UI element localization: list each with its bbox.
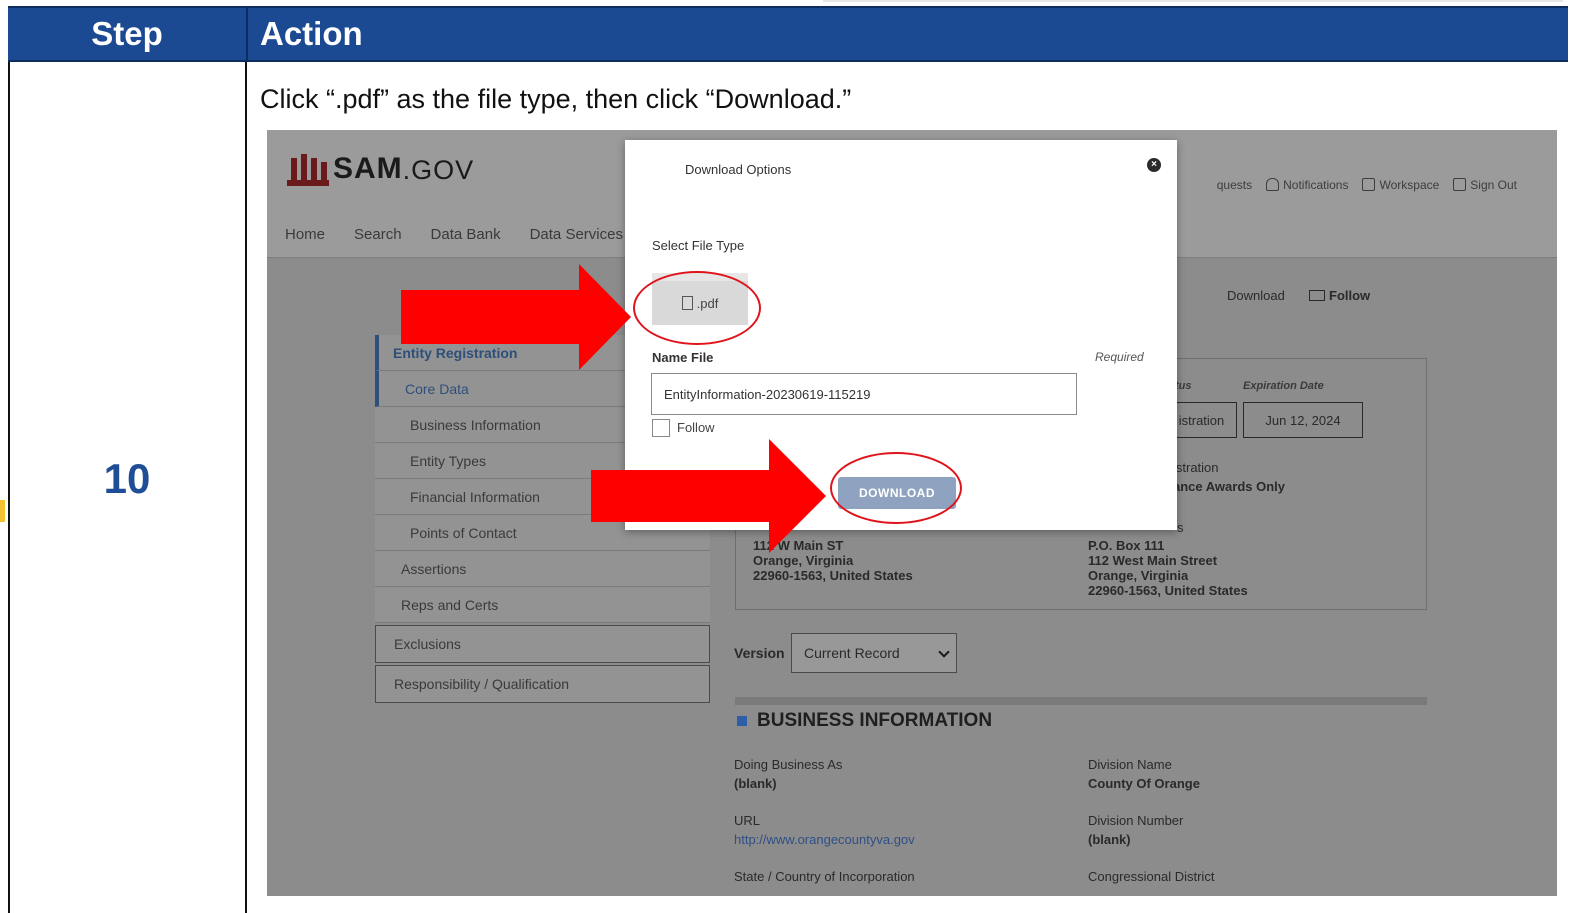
brand-sam: SAM (333, 152, 403, 185)
modal-title: Download Options (685, 162, 792, 177)
margin-marker (0, 500, 5, 522)
requests-link[interactable]: quests (1217, 178, 1252, 192)
expiration-value: Jun 12, 2024 (1243, 402, 1363, 438)
sign-out-icon (1453, 178, 1467, 191)
physical-address-line: Orange, Virginia (753, 553, 854, 568)
follow-checkbox[interactable] (652, 419, 670, 437)
purpose-value: istration (1167, 402, 1237, 438)
select-file-type-label: Select File Type (652, 238, 745, 253)
instruction-text: Click “.pdf” as the file type, then clic… (260, 84, 852, 114)
tutorial-page: Step Action 10 Click “.pdf” as the file … (0, 0, 1593, 913)
top-right-links: quests Notifications Workspace Sign Out (1217, 178, 1517, 192)
mailing-address-line: Orange, Virginia (1088, 568, 1189, 583)
registration-type-line1: istration (1173, 460, 1219, 475)
sam-logo[interactable]: SAM .GOV (287, 150, 474, 186)
sign-out-label: Sign Out (1470, 178, 1517, 192)
pdf-highlight-ring (633, 271, 761, 345)
dba-label: Doing Business As (734, 757, 843, 772)
business-info-title: BUSINESS INFORMATION (757, 710, 993, 731)
mailing-address-label: s (1177, 520, 1184, 535)
sam-screenshot: SAM .GOV Home Search Data Bank Data Serv… (267, 130, 1557, 896)
header-separator (246, 8, 248, 60)
version-select[interactable]: Current Record (791, 633, 957, 673)
main-nav: Home Search Data Bank Data Services (285, 226, 623, 243)
notifications-label: Notifications (1283, 178, 1349, 192)
purpose-label: tus (1175, 380, 1192, 392)
url-link[interactable]: http://www.orangecountyva.gov (734, 832, 915, 847)
download-highlight-ring (830, 452, 962, 524)
physical-address-line: 22960-1563, United States (753, 568, 913, 583)
section-divider (735, 697, 1427, 705)
division-number-value: (blank) (1088, 832, 1131, 847)
action-column-header: Action (260, 15, 363, 52)
url-label: URL (734, 813, 761, 828)
grid-icon (1362, 178, 1376, 191)
nav-home[interactable]: Home (285, 226, 325, 243)
division-name-label: Division Name (1088, 757, 1172, 772)
mailing-address-line: 22960-1563, United States (1088, 583, 1248, 598)
follow-checkbox-label: Follow (677, 420, 715, 435)
sam-flag-icon (287, 150, 329, 186)
division-name-value: County Of Orange (1088, 776, 1200, 791)
dba-value: (blank) (734, 776, 777, 791)
table-header: Step Action (8, 6, 1568, 62)
close-icon[interactable]: × (1147, 158, 1161, 172)
sidebar-responsibility[interactable]: Responsibility / Qualification (375, 665, 710, 703)
download-arrow-icon (591, 439, 826, 553)
page-follow-link[interactable]: Follow (1309, 288, 1370, 303)
bell-icon (1266, 178, 1280, 191)
mailing-address: P.O. Box 111 112 West Main Street Orange… (1088, 538, 1248, 598)
mailing-address-line: P.O. Box 111 (1088, 538, 1165, 553)
nav-data-bank[interactable]: Data Bank (431, 226, 501, 243)
sidebar-assertions[interactable]: Assertions (375, 551, 710, 587)
step-number: 10 (103, 455, 151, 502)
sidebar-exclusions[interactable]: Exclusions (375, 625, 710, 663)
business-info-heading: BUSINESS INFORMATION (737, 710, 992, 732)
workspace-link[interactable]: Workspace (1362, 178, 1439, 192)
follow-icon (1309, 290, 1325, 301)
registration-type-line2: ance Awards Only (1173, 479, 1285, 494)
section-marker-icon (737, 716, 747, 726)
step-column-header: Step (91, 15, 163, 52)
mailing-address-line: 112 West Main Street (1088, 553, 1218, 568)
notifications-link[interactable]: Notifications (1266, 178, 1348, 192)
file-name-input[interactable]: EntityInformation-20230619-115219 (651, 373, 1077, 415)
version-select-value: Current Record (804, 645, 900, 661)
required-label: Required (1095, 350, 1144, 364)
nav-data-services[interactable]: Data Services (530, 226, 623, 243)
congressional-district-label: Congressional District (1088, 869, 1215, 884)
brand-gov: .GOV (402, 155, 475, 185)
nav-search[interactable]: Search (354, 226, 402, 243)
chevron-down-icon (938, 646, 950, 658)
division-number-label: Division Number (1088, 813, 1184, 828)
version-label: Version (734, 645, 785, 661)
pdf-arrow-icon (401, 264, 631, 370)
expiration-label: Expiration Date (1243, 380, 1324, 392)
name-file-label: Name File (652, 350, 714, 365)
workspace-label: Workspace (1379, 178, 1440, 192)
sidebar-reps-and-certs[interactable]: Reps and Certs (375, 587, 710, 623)
sign-out-link[interactable]: Sign Out (1453, 178, 1517, 192)
state-incorporation-label: State / Country of Incorporation (734, 869, 915, 884)
page-follow-label: Follow (1329, 288, 1371, 303)
page-download-link[interactable]: Download (1227, 288, 1285, 303)
top-divider (823, 0, 1563, 2)
